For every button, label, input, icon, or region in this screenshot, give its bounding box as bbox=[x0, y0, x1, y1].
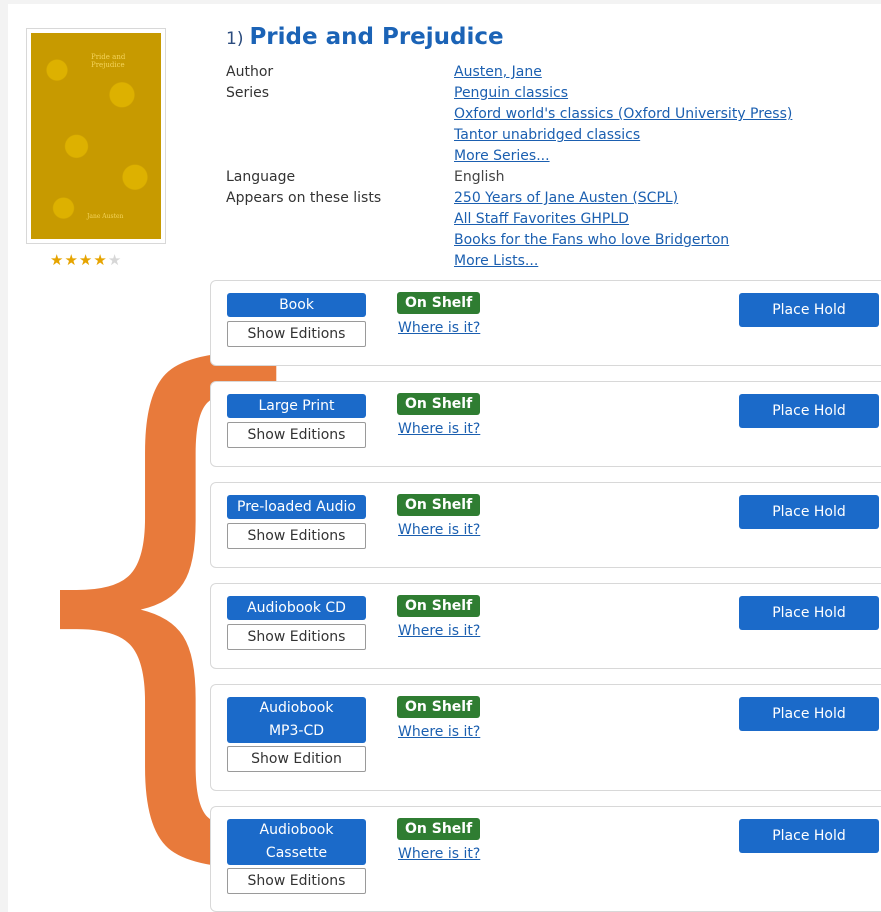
cover-image: Pride and Prejudice Jane Austen bbox=[31, 33, 161, 239]
where-is-it-link[interactable]: Where is it? bbox=[398, 320, 480, 336]
series-link[interactable]: Oxford world's classics (Oxford Universi… bbox=[454, 106, 792, 122]
format-button[interactable]: Pre-loaded Audio bbox=[227, 495, 366, 519]
place-hold-button[interactable]: Place Hold bbox=[739, 495, 879, 529]
series-link[interactable]: Penguin classics bbox=[454, 85, 568, 101]
status-badge: On Shelf bbox=[397, 393, 481, 415]
place-hold-button[interactable]: Place Hold bbox=[739, 394, 879, 428]
place-hold-button[interactable]: Place Hold bbox=[739, 819, 879, 853]
status-badge: On Shelf bbox=[397, 696, 481, 718]
author-link[interactable]: Austen, Jane bbox=[454, 64, 542, 80]
show-editions-button[interactable]: Show Edition bbox=[227, 746, 366, 772]
place-hold-button[interactable]: Place Hold bbox=[739, 293, 879, 327]
list-link[interactable]: 250 Years of Jane Austen (SCPL) bbox=[454, 190, 678, 206]
format-row: Audiobook MP3-CD Show Edition On Shelf W… bbox=[210, 684, 881, 791]
where-is-it-link[interactable]: Where is it? bbox=[398, 623, 480, 639]
format-row: Pre-loaded Audio Show Editions On Shelf … bbox=[210, 482, 881, 568]
format-row: Audiobook Cassette Show Editions On Shel… bbox=[210, 806, 881, 912]
series-link[interactable]: Tantor unabridged classics bbox=[454, 127, 640, 143]
status-badge: On Shelf bbox=[397, 818, 481, 840]
format-button[interactable]: Large Print bbox=[227, 394, 366, 418]
format-button[interactable]: Book bbox=[227, 293, 366, 317]
format-button[interactable]: Audiobook CD bbox=[227, 596, 366, 620]
more-lists-link[interactable]: More Lists... bbox=[454, 253, 538, 269]
show-editions-button[interactable]: Show Editions bbox=[227, 868, 366, 894]
where-is-it-link[interactable]: Where is it? bbox=[398, 522, 480, 538]
format-row: Audiobook CD Show Editions On Shelf Wher… bbox=[210, 583, 881, 669]
format-button[interactable]: Audiobook Cassette bbox=[227, 819, 366, 865]
status-badge: On Shelf bbox=[397, 494, 481, 516]
status-badge: On Shelf bbox=[397, 595, 481, 617]
cover-title: Pride and Prejudice bbox=[91, 53, 126, 70]
place-hold-button[interactable]: Place Hold bbox=[739, 697, 879, 731]
format-row: Large Print Show Editions On Shelf Where… bbox=[210, 381, 881, 467]
show-editions-button[interactable]: Show Editions bbox=[227, 422, 366, 448]
title-row: 1) Pride and Prejudice bbox=[226, 24, 504, 50]
format-button-label: Audiobook Cassette bbox=[259, 822, 334, 861]
book-cover[interactable]: Pride and Prejudice Jane Austen bbox=[26, 28, 166, 244]
more-series-link[interactable]: More Series... bbox=[454, 148, 550, 164]
cover-author: Jane Austen bbox=[87, 213, 124, 220]
show-editions-button[interactable]: Show Editions bbox=[227, 624, 366, 650]
list-link[interactable]: All Staff Favorites GHPLD bbox=[454, 211, 629, 227]
format-row: Book Show Editions On Shelf Where is it?… bbox=[210, 280, 881, 366]
format-button[interactable]: Audiobook MP3-CD bbox=[227, 697, 366, 743]
page-title[interactable]: Pride and Prejudice bbox=[249, 24, 503, 50]
where-is-it-link[interactable]: Where is it? bbox=[398, 421, 480, 437]
format-button-label: Audiobook MP3-CD bbox=[259, 700, 334, 739]
place-hold-button[interactable]: Place Hold bbox=[739, 596, 879, 630]
search-result-page: Pride and Prejudice Jane Austen ★★★★★ 1)… bbox=[0, 4, 881, 912]
result-number: 1) bbox=[226, 29, 244, 49]
lists-label: Appears on these lists bbox=[226, 190, 382, 206]
where-is-it-link[interactable]: Where is it? bbox=[398, 846, 480, 862]
list-link[interactable]: Books for the Fans who love Bridgerton bbox=[454, 232, 729, 248]
series-label: Series bbox=[226, 85, 270, 101]
status-badge: On Shelf bbox=[397, 292, 481, 314]
author-label: Author bbox=[226, 64, 274, 80]
show-editions-button[interactable]: Show Editions bbox=[227, 523, 366, 549]
language-label: Language bbox=[226, 169, 296, 185]
show-editions-button[interactable]: Show Editions bbox=[227, 321, 366, 347]
where-is-it-link[interactable]: Where is it? bbox=[398, 724, 480, 740]
language-value: English bbox=[454, 169, 505, 185]
